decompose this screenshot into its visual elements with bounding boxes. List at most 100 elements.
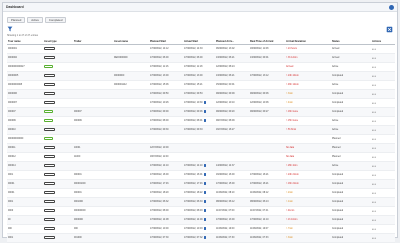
arrival-deviation-cell: > 1min	[285, 197, 331, 207]
document-icon[interactable]	[203, 226, 207, 230]
document-icon[interactable]	[203, 118, 207, 122]
planned-start-cell: 17/08/2022, 16:00	[149, 170, 183, 180]
tour-name-cell: 00001	[7, 179, 43, 189]
document-icon[interactable]	[203, 181, 207, 185]
more-actions-icon[interactable]: •••	[372, 227, 376, 231]
actual-start-value: 17/08/2022, 09:33	[184, 128, 203, 131]
more-actions-icon[interactable]: •••	[372, 191, 376, 195]
more-actions-icon[interactable]: •••	[372, 236, 376, 240]
table-row[interactable]: 0000001 17/08/2022, 14:12 17/08/2022, 14:3…	[7, 44, 395, 54]
more-actions-icon[interactable]: •••	[372, 173, 376, 177]
more-actions-icon[interactable]: •••	[372, 146, 376, 150]
tab-completed[interactable]: Completed	[44, 16, 67, 23]
table-row[interactable]: 0000006 17/08/2022, 09:50 17/08/2022, 09:5…	[7, 89, 395, 99]
table-row[interactable]: 00000000008 0000001142 17/08/2022, 15:06 17…	[7, 80, 395, 90]
planned-start-cell: 17/08/2022, 14:08	[149, 215, 183, 225]
status-cell: Planned	[331, 134, 371, 144]
more-actions-icon[interactable]: •••	[372, 47, 376, 51]
document-icon[interactable]	[203, 100, 207, 104]
truck-icon	[44, 46, 55, 51]
tour-name-cell: 000007	[7, 107, 43, 117]
actual-start-cell: 17/08/2022, 08:03	[183, 206, 215, 216]
window-control-button[interactable]	[389, 4, 394, 10]
asset-name-cell	[113, 107, 149, 117]
export-excel-icon[interactable]	[386, 26, 393, 33]
table-row[interactable]: 00 0000000 17/08/2022, 14:08 17/08/2022, 14…	[7, 215, 395, 225]
more-actions-icon[interactable]: •••	[372, 218, 376, 222]
more-actions-icon[interactable]: •••	[372, 56, 376, 60]
table-row[interactable]: 000000000000 Planned •••	[7, 134, 395, 144]
table-row[interactable]: 000012 11000 18/07/2022, 11:00 No data Plann…	[7, 152, 395, 162]
asset-name-cell	[113, 170, 149, 180]
asset-type-cell	[43, 152, 73, 162]
more-actions-icon[interactable]: •••	[372, 101, 376, 105]
table-row[interactable]: 0000002 DEF0000000 17/08/2022, 06:00 17/08/…	[7, 53, 395, 63]
asset-name-cell	[113, 233, 149, 243]
more-actions-icon[interactable]: •••	[372, 83, 376, 87]
tour-name-cell: 00001	[7, 188, 43, 198]
actual-start-cell: 17/08/2022, 08:01	[183, 116, 215, 126]
arrival-deviation-cell	[285, 134, 331, 144]
table-row[interactable]: 00001 000001 17/08/2022, 18:20 17/08/2022, …	[7, 188, 395, 198]
asset-type-cell	[43, 62, 73, 72]
filter-icon[interactable]	[7, 26, 13, 32]
table-row[interactable]: 0000000000027 17/08/2022, 11:16 17/08/2022…	[7, 62, 395, 72]
actual-start-cell: 17/08/2022, 06:00	[183, 53, 215, 63]
tab-active[interactable]: Active	[27, 16, 43, 23]
asset-name-cell	[113, 197, 149, 207]
document-icon[interactable]	[203, 235, 207, 239]
asset-type-cell	[43, 224, 73, 234]
tour-name-cell: 000099	[7, 116, 43, 126]
status-cell: Active	[331, 116, 371, 126]
table-row[interactable]: 000010 17/08/2022, 09:30 17/08/2022, 09:33…	[7, 125, 395, 135]
actions-cell: •••	[371, 170, 395, 180]
tour-name-cell: 000011	[7, 143, 43, 153]
table-row[interactable]: 00001 000001000 17/08/2022, 17:46 17/08/202…	[7, 179, 395, 189]
table-row[interactable]: 00000005 00000000 17/08/2022, 13:00 17/08/2…	[7, 71, 395, 81]
more-actions-icon[interactable]: •••	[372, 209, 376, 213]
more-actions-icon[interactable]: •••	[372, 128, 376, 132]
actions-cell: •••	[371, 152, 395, 162]
more-actions-icon[interactable]: •••	[372, 74, 376, 78]
table-row[interactable]: 000014 17/08/2022, 14:10 17/08/2022, 14:10…	[7, 161, 395, 171]
table-row[interactable]: 000011 10001 12/07/2022, 10:00 No data Plann…	[7, 143, 395, 153]
status-cell: Completed	[331, 215, 371, 225]
planned-start-cell: 17/08/2022, 14:10	[149, 161, 183, 171]
more-actions-icon[interactable]: •••	[372, 164, 376, 168]
more-actions-icon[interactable]: •••	[372, 182, 376, 186]
asset-name-cell	[113, 89, 149, 99]
tab-planned[interactable]: Planned	[7, 16, 26, 23]
table-row[interactable]: 0000007 17/08/2022, 10:26 17/08/2022, 10:3…	[7, 98, 395, 108]
table-row[interactable]: 000007 000007 17/08/2022, 09:00 17/08/2022,…	[7, 107, 395, 117]
document-icon[interactable]	[203, 172, 207, 176]
table-row[interactable]: 0001 001000 17/08/2022, 07:30 17/08/2022, 0…	[7, 233, 395, 243]
trailer-cell	[73, 89, 113, 99]
table-row[interactable]: 000 000 17/08/2022, 10:00 17/08/2022, 10:03…	[7, 224, 395, 234]
document-icon[interactable]	[203, 163, 207, 167]
status-cell: Active	[331, 80, 371, 90]
status-cell: Completed	[331, 179, 371, 189]
truck-icon	[44, 181, 55, 186]
more-actions-icon[interactable]: •••	[372, 200, 376, 204]
more-actions-icon[interactable]: •••	[372, 137, 376, 141]
more-actions-icon[interactable]: •••	[372, 110, 376, 114]
more-actions-icon[interactable]: •••	[372, 92, 376, 96]
real-time-arrival-cell	[249, 134, 285, 144]
planned-start-cell: 17/08/2022, 09:00	[149, 107, 183, 117]
table-row[interactable]: 0000 000000000 17/08/2022, 08:00 17/08/2022…	[7, 206, 395, 216]
actions-cell: •••	[371, 215, 395, 225]
planned-arrival-cell	[215, 143, 249, 153]
document-icon[interactable]	[203, 217, 207, 221]
arrival-deviation-cell: > 46h 12min	[285, 80, 331, 90]
more-actions-icon[interactable]: •••	[372, 155, 376, 159]
planned-start-cell: 17/08/2022, 06:00	[149, 53, 183, 63]
document-icon[interactable]	[203, 199, 207, 203]
document-icon[interactable]	[203, 190, 207, 194]
table-row[interactable]: 000099 000099 17/08/2022, 08:00 17/08/2022,…	[7, 116, 395, 126]
table-row[interactable]: 0001 000001 17/08/2022, 16:00 17/08/2022, 1…	[7, 170, 395, 180]
more-actions-icon[interactable]: •••	[372, 119, 376, 123]
table-row[interactable]: 0001 0001000 17/08/2022, 06:32 17/08/2022, …	[7, 197, 395, 207]
document-icon[interactable]	[203, 109, 207, 113]
more-actions-icon[interactable]: •••	[372, 65, 376, 69]
document-icon[interactable]	[203, 208, 207, 212]
